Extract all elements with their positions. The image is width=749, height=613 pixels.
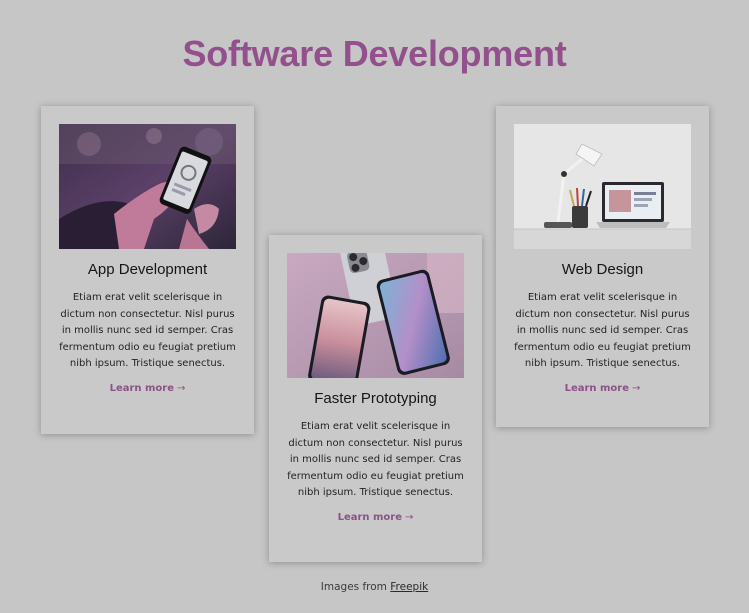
learn-more-label: Learn more [109,383,175,394]
card-image-hands-smartphone [59,124,236,249]
card-title: Faster Prototyping [314,390,437,407]
card-image-desk-setup [514,124,691,249]
card-description: Etiam erat velit scelerisque in dictum n… [514,292,691,369]
card-web-design: Web Design Etiam erat velit scelerisque … [496,106,709,427]
image-credits-prefix: Images from [320,581,387,593]
card-faster-prototyping: Faster Prototyping Etiam erat velit scel… [269,235,482,562]
image-credits: Images from Freepik [0,581,749,593]
learn-more-link[interactable]: Learn more → [496,383,709,394]
card-app-development: App Development Etiam erat velit sceleri… [41,106,254,434]
page-title: Software Development [182,33,567,74]
card-title: App Development [87,261,208,278]
card-description: Etiam erat velit scelerisque in dictum n… [287,421,464,498]
arrow-right-icon: → [632,383,641,394]
learn-more-label: Learn more [564,383,630,394]
freepik-link[interactable]: Freepik [390,581,428,593]
card-title: Web Design [561,261,644,278]
arrow-right-icon: → [405,512,414,523]
learn-more-link[interactable]: Learn more → [269,512,482,523]
card-image-phones-mockup [287,253,464,378]
card-description: Etiam erat velit scelerisque in dictum n… [59,292,236,369]
learn-more-link[interactable]: Learn more → [41,383,254,394]
arrow-right-icon: → [177,383,186,394]
learn-more-label: Learn more [337,512,403,523]
